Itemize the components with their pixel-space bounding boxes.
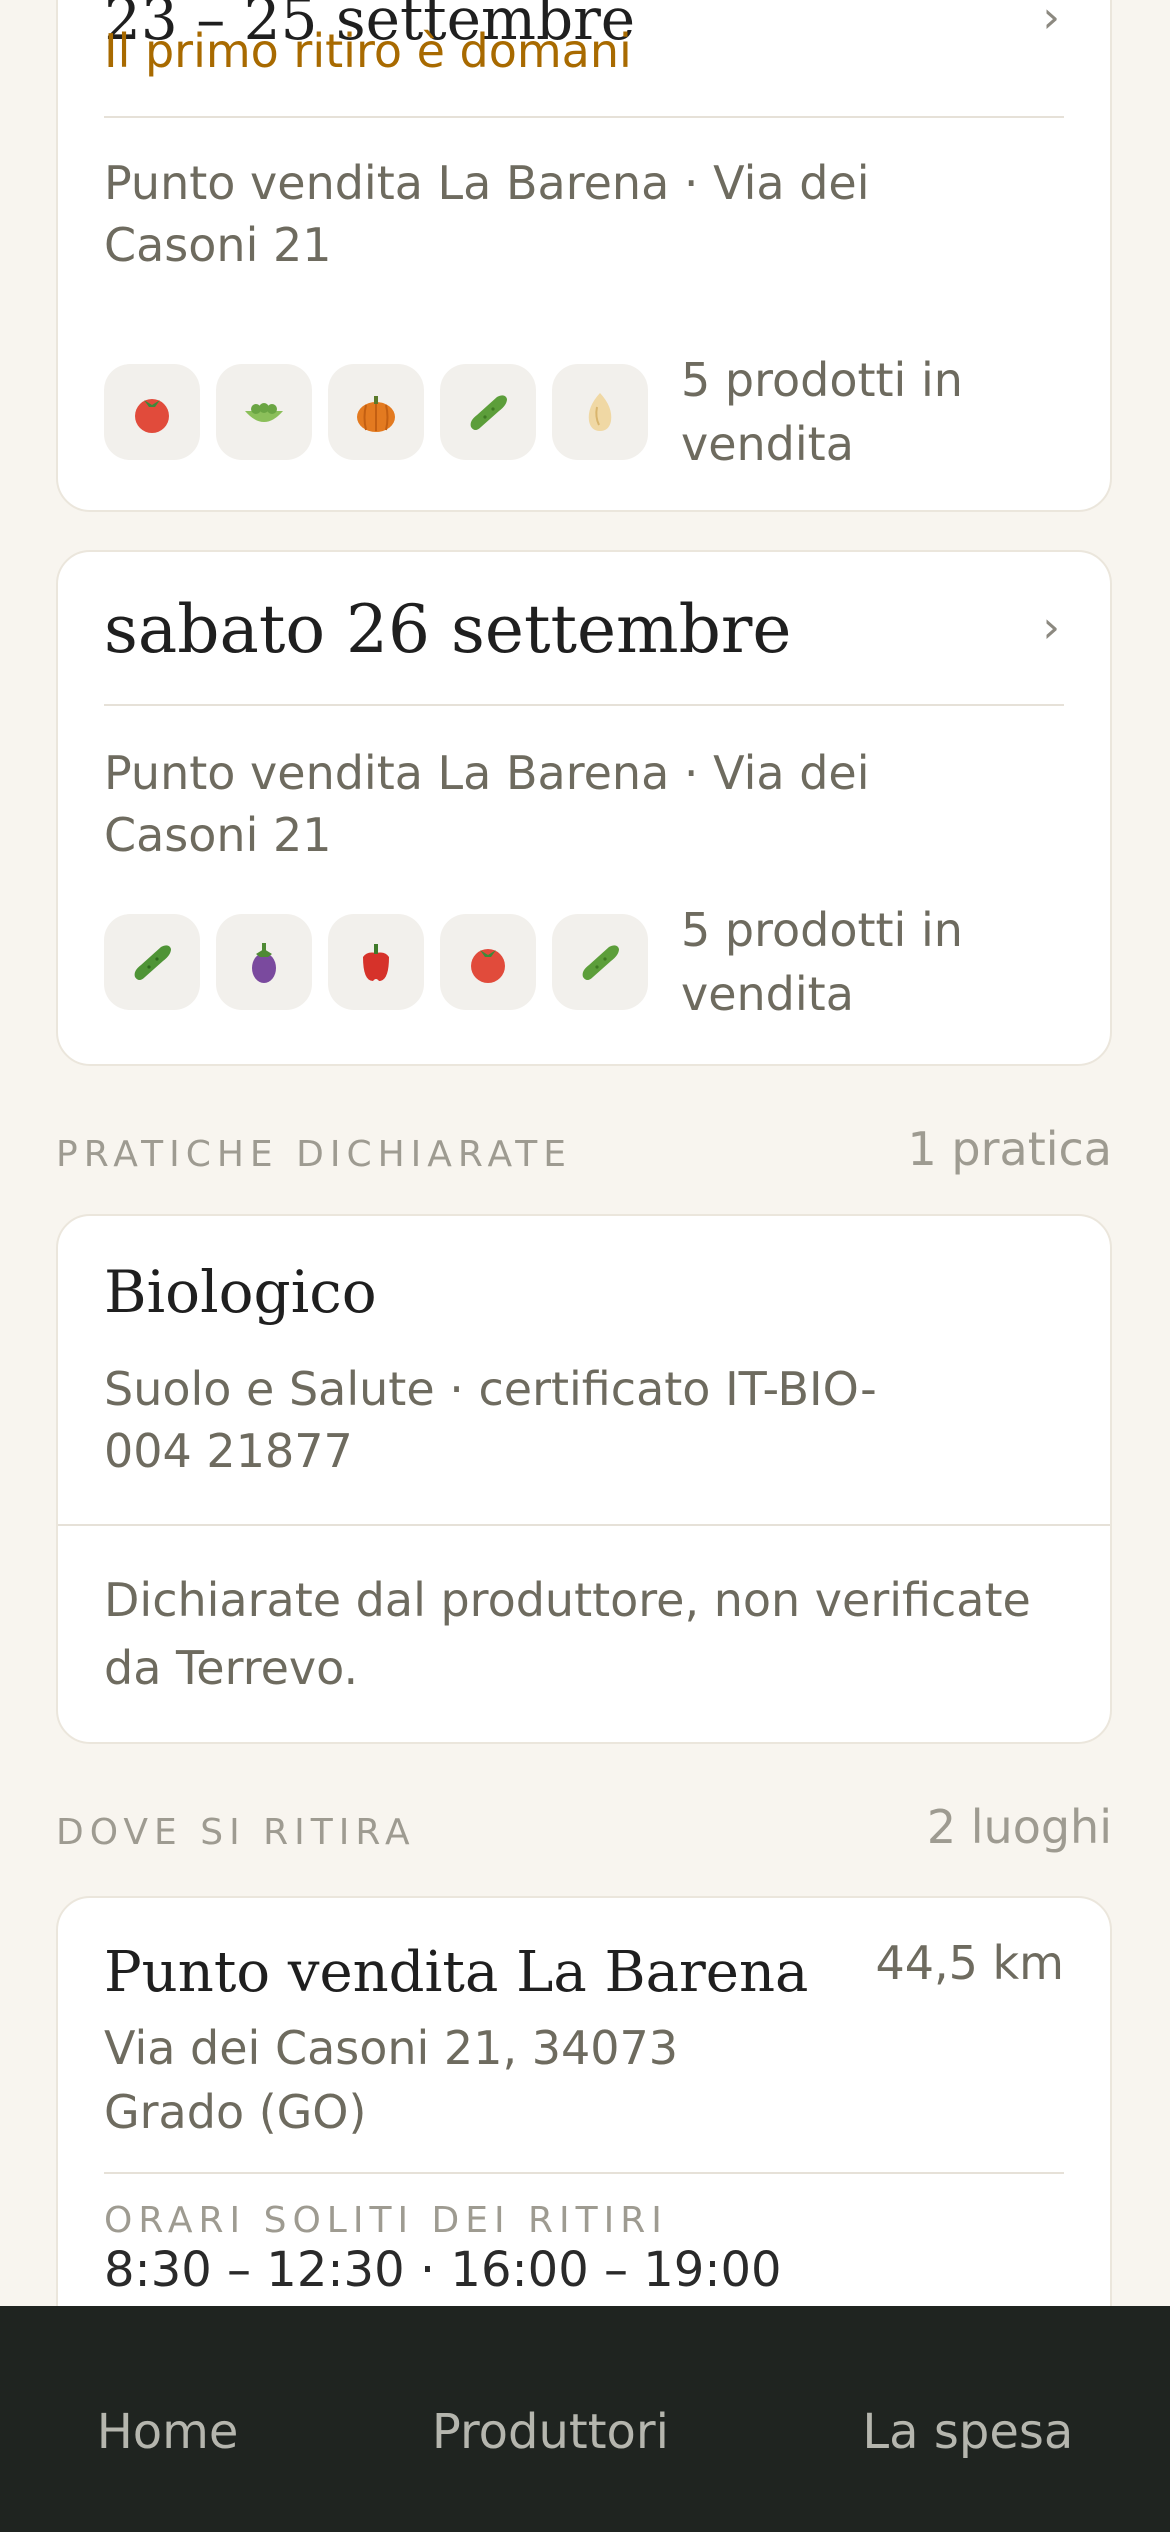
pickup-location: Punto vendita La Barena · Via dei Casoni… [104,746,870,862]
tab-bar: Home Produttori La spesa [0,2306,1170,2532]
products-count: 5 prodotti in vendita [681,903,963,1021]
eggplant-icon [216,914,312,1010]
location-address: Via dei Casoni 21, 34073 Grado (GO) [104,2021,679,2139]
practice-disclaimer: Dichiarate dal produttore, non verificat… [104,1573,1031,1695]
peas-icon [216,364,312,460]
hours-label: ORARI SOLITI DEI RITIRI [104,2200,668,2241]
pickup-card[interactable]: 23 – 25 settembre › Il primo ritiro è do… [56,0,1112,512]
practices-card: Biologico Suolo e Salute · certificato I… [56,1214,1112,1744]
section-label-locations: DOVE SI RITIRA [56,1812,416,1853]
divider [104,704,1064,706]
pumpkin-icon [328,364,424,460]
product-icons [104,914,648,1010]
practice-title: Biologico [104,1258,377,1326]
product-icons [104,364,648,460]
zucchini-icon [552,914,648,1010]
tab-produttori[interactable]: Produttori [432,2404,669,2460]
divider [58,1524,1110,1526]
pickup-date: sabato 26 settembre [104,591,792,668]
hours-value: 8:30 – 12:30 · 16:00 – 19:00 [104,2242,782,2298]
pepper-icon [328,914,424,1010]
tomato-icon [440,914,536,1010]
products-count: 5 prodotti in vendita [681,353,963,471]
section-label-practices: PRATICHE DICHIARATE [56,1134,573,1175]
location-name: Punto vendita La Barena [104,1940,809,2005]
divider [104,116,1064,118]
chevron-right-icon: › [1042,0,1060,43]
pickup-note: Il primo ritiro è domani [104,24,632,78]
zucchini-icon [440,364,536,460]
potato-icon [552,364,648,460]
pickup-location: Punto vendita La Barena · Via dei Casoni… [104,156,870,272]
tab-la-spesa[interactable]: La spesa [862,2404,1073,2460]
practice-detail: Suolo e Salute · certificato IT-BIO-004 … [104,1362,877,1478]
divider [104,2172,1064,2174]
chevron-right-icon: › [1042,602,1060,653]
tomato-icon [104,364,200,460]
location-distance: 44,5 km [875,1936,1065,1990]
pickup-card[interactable]: sabato 26 settembre › Punto vendita La B… [56,550,1112,1066]
section-count-locations: 2 luoghi [926,1800,1112,1854]
tab-home[interactable]: Home [97,2404,239,2460]
section-count-practices: 1 pratica [907,1122,1112,1176]
zucchini-icon [104,914,200,1010]
